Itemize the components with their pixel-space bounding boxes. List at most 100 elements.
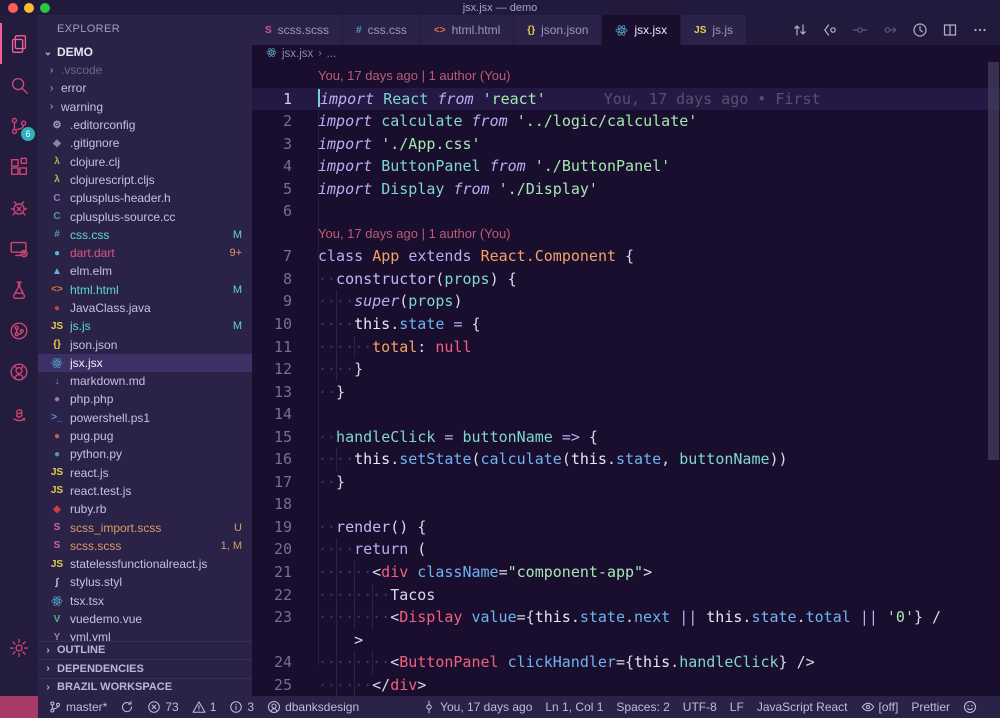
activity-source-control-icon[interactable]: 6	[0, 105, 38, 146]
status-language-mode[interactable]: JavaScript React	[757, 700, 848, 714]
line-number[interactable]: 14	[252, 403, 318, 426]
tree-item-clojurescript-cljs[interactable]: λclojurescript.cljs	[38, 171, 252, 189]
code-editor[interactable]: You, 17 days ago | 1 author (You)1import…	[252, 62, 1000, 696]
activity-extensions-icon[interactable]	[0, 146, 38, 187]
tree-item-python-py[interactable]: ●python.py	[38, 445, 252, 463]
tree-item--editorconfig[interactable]: ⚙.editorconfig	[38, 116, 252, 134]
code-line-8[interactable]: 8··constructor(props) {	[252, 268, 1000, 291]
previous-change-icon[interactable]	[852, 22, 868, 38]
tree-item-css-css[interactable]: #css.cssM	[38, 226, 252, 244]
tab-jsx-jsx[interactable]: jsx.jsx	[602, 15, 680, 45]
activity-search-icon[interactable]	[0, 64, 38, 105]
code-line-12[interactable]: 12····}	[252, 358, 1000, 381]
status-feedback[interactable]	[963, 700, 977, 714]
line-number[interactable]: 10	[252, 313, 318, 336]
navigate-back-icon[interactable]	[822, 22, 838, 38]
next-change-icon[interactable]	[882, 22, 898, 38]
tree-item-error[interactable]: ›error	[38, 79, 252, 97]
activity-testing-icon[interactable]	[0, 269, 38, 310]
line-number[interactable]: 18	[252, 493, 318, 516]
activity-explorer-icon[interactable]	[0, 23, 38, 64]
status-eol[interactable]: LF	[730, 700, 744, 714]
line-number[interactable]: 24	[252, 651, 318, 674]
line-number[interactable]: 3	[252, 133, 318, 156]
code-line-20[interactable]: 20····return (	[252, 538, 1000, 561]
status-sync-changes[interactable]	[120, 700, 134, 714]
code-line-22[interactable]: 22········Tacos	[252, 584, 1000, 607]
line-number[interactable]: 16	[252, 448, 318, 471]
line-number[interactable]: 1	[252, 88, 318, 111]
tree-item--vscode[interactable]: ›.vscode	[38, 61, 252, 79]
status-blame-info[interactable]: You, 17 days ago	[422, 700, 532, 714]
activity-remote-explorer-icon[interactable]	[0, 228, 38, 269]
tree-item-pug-pug[interactable]: ●pug.pug	[38, 427, 252, 445]
code-line-25[interactable]: 25······</div>	[252, 674, 1000, 696]
code-line-21[interactable]: 21······<div className="component-app">	[252, 561, 1000, 584]
file-history-icon[interactable]	[912, 22, 928, 38]
editor-scrollbar[interactable]	[988, 62, 999, 460]
line-number[interactable]: 17	[252, 471, 318, 494]
status-infos[interactable]: 3	[229, 700, 254, 714]
section-dependencies[interactable]: ›DEPENDENCIES	[38, 659, 252, 678]
code-line-13[interactable]: 13··}	[252, 381, 1000, 404]
line-number[interactable]	[252, 629, 318, 652]
line-number[interactable]: 20	[252, 538, 318, 561]
code-line-9[interactable]: 9····super(props)	[252, 290, 1000, 313]
tree-item-js-js[interactable]: JSjs.jsM	[38, 317, 252, 335]
more-actions-icon[interactable]	[972, 22, 988, 38]
tree-item-markdown-md[interactable]: ↓markdown.md	[38, 372, 252, 390]
line-number[interactable]: 25	[252, 674, 318, 696]
breadcrumb-more[interactable]: ...	[327, 48, 337, 60]
status-formatter[interactable]: Prettier	[911, 700, 950, 714]
status-encoding[interactable]: UTF-8	[683, 700, 717, 714]
tree-item-react-js[interactable]: JSreact.js	[38, 464, 252, 482]
line-number[interactable]: 6	[252, 200, 318, 223]
line-number[interactable]: 21	[252, 561, 318, 584]
code-line-wrap[interactable]: >	[252, 629, 1000, 652]
line-number[interactable]: 22	[252, 584, 318, 607]
codelens[interactable]: You, 17 days ago | 1 author (You)	[252, 65, 1000, 88]
section-brazil-workspace[interactable]: ›BRAZIL WORKSPACE	[38, 678, 252, 697]
status-cursor-position[interactable]: Ln 1, Col 1	[545, 700, 603, 714]
activity-settings-icon[interactable]	[0, 627, 38, 668]
code-line-18[interactable]: 18	[252, 493, 1000, 516]
codelens[interactable]: You, 17 days ago | 1 author (You)	[252, 223, 1000, 246]
code-line-19[interactable]: 19··render() {	[252, 516, 1000, 539]
tree-item-stylus-styl[interactable]: ∫stylus.styl	[38, 573, 252, 591]
line-number[interactable]: 4	[252, 155, 318, 178]
split-editor-icon[interactable]	[942, 22, 958, 38]
tab-html-html[interactable]: <>html.html	[421, 15, 513, 45]
code-line-1[interactable]: 1import React from 'react'You, 17 days a…	[252, 88, 1000, 111]
status-errors[interactable]: 73	[147, 700, 178, 714]
status-indentation[interactable]: Spaces: 2	[616, 700, 669, 714]
line-number[interactable]: 19	[252, 516, 318, 539]
tree-item-yml-yml[interactable]: Yyml.yml	[38, 628, 252, 640]
line-number[interactable]: 2	[252, 110, 318, 133]
line-number[interactable]: 9	[252, 290, 318, 313]
tree-item-javaclass-java[interactable]: ●JavaClass.java	[38, 299, 252, 317]
code-line-7[interactable]: 7class App extends React.Component {	[252, 245, 1000, 268]
code-line-5[interactable]: 5import Display from './Display'	[252, 178, 1000, 201]
line-number[interactable]: 7	[252, 245, 318, 268]
line-number[interactable]: 11	[252, 336, 318, 359]
remote-indicator[interactable]	[0, 696, 38, 718]
line-number[interactable]: 15	[252, 426, 318, 449]
tree-item--gitignore[interactable]: ◆.gitignore	[38, 134, 252, 152]
tree-item-ruby-rb[interactable]: ◆ruby.rb	[38, 500, 252, 518]
activity-gitlens-icon[interactable]	[0, 310, 38, 351]
tree-item-vuedemo-vue[interactable]: Vvuedemo.vue	[38, 610, 252, 628]
tree-item-warning[interactable]: ›warning	[38, 98, 252, 116]
project-root-demo[interactable]: ⌄ DEMO	[38, 43, 252, 61]
tree-item-cplusplus-header-h[interactable]: Ccplusplus-header.h	[38, 189, 252, 207]
tree-item-statelessfunctionalreact-js[interactable]: JSstatelessfunctionalreact.js	[38, 555, 252, 573]
tree-item-json-json[interactable]: {}json.json	[38, 335, 252, 353]
breadcrumb-file[interactable]: jsx.jsx	[282, 48, 313, 60]
status-error-lens-toggle[interactable]: [off]	[861, 700, 899, 714]
code-line-4[interactable]: 4import ButtonPanel from './ButtonPanel'	[252, 155, 1000, 178]
code-line-2[interactable]: 2import calculate from '../logic/calcula…	[252, 110, 1000, 133]
code-line-15[interactable]: 15··handleClick = buttonName => {	[252, 426, 1000, 449]
section-outline[interactable]: ›OUTLINE	[38, 641, 252, 660]
open-changes-icon[interactable]	[792, 22, 808, 38]
tab-css-css[interactable]: #css.css	[343, 15, 420, 45]
status-git-branch[interactable]: master*	[48, 700, 107, 714]
